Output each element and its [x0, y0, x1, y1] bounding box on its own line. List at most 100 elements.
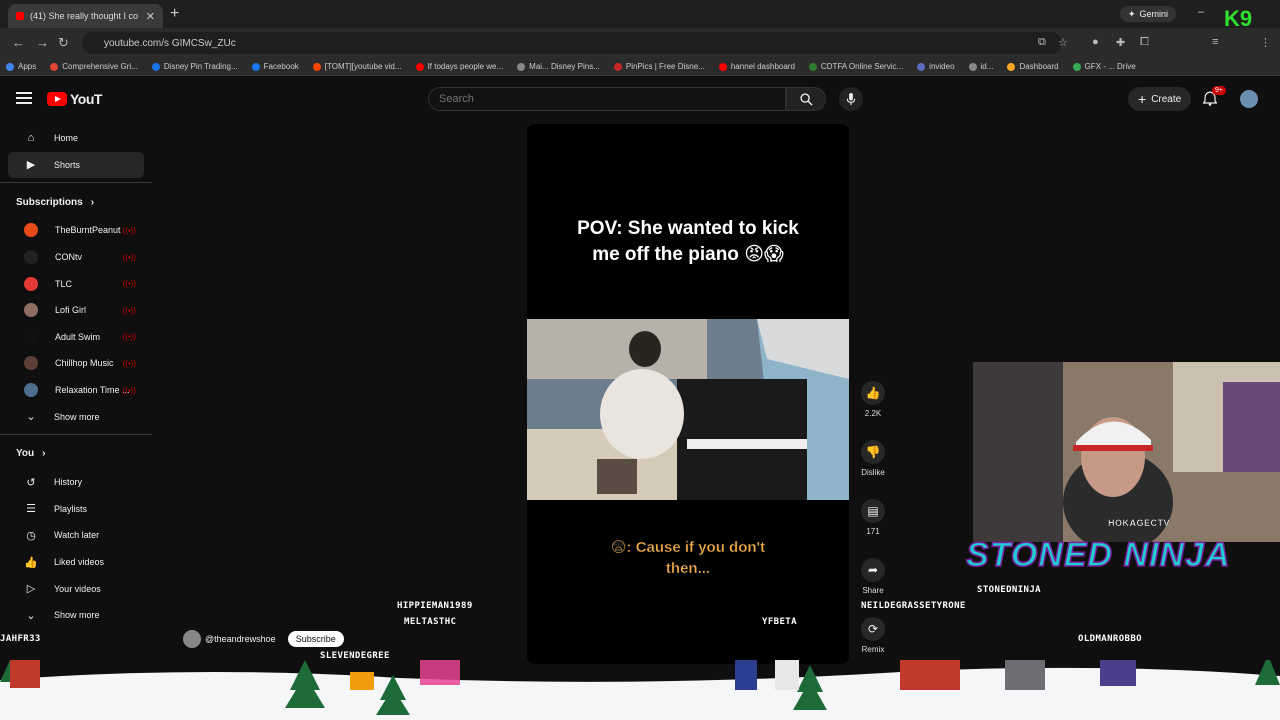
sidebar-divider: [0, 182, 152, 184]
show-more-subscriptions[interactable]: ⌄ Show more: [8, 403, 144, 430]
sidebar-item-label: CONtv: [55, 252, 82, 263]
extension-icon[interactable]: ●: [1092, 36, 1099, 48]
forward-icon[interactable]: →: [36, 35, 49, 50]
sidebar-item-liked-videos[interactable]: 👍 Liked videos: [8, 549, 144, 576]
comments-button[interactable]: ▤ 171: [859, 499, 887, 536]
short-channel-row: @theandrewshoe Subscribe: [183, 630, 344, 648]
sidebar-item-subscription[interactable]: TLC ((•)): [8, 270, 144, 297]
bookmark-label: Facebook: [263, 62, 299, 71]
close-tab-icon[interactable]: ✕: [146, 10, 155, 23]
live-indicator-icon: ((•)): [122, 358, 136, 368]
sidebar-item-subscription[interactable]: Adult Swim ((•)): [8, 324, 144, 351]
bookmark-item[interactable]: invideo: [917, 62, 955, 71]
extension-icon[interactable]: ✚: [1116, 36, 1125, 49]
sidebar-item-watch-later[interactable]: ◷ Watch later: [8, 522, 144, 549]
bookmark-star-icon[interactable]: ☆: [1058, 36, 1068, 49]
channel-name[interactable]: @theandrewshoe: [205, 634, 276, 644]
short-video-frame[interactable]: [527, 319, 849, 500]
voice-search-button[interactable]: [839, 87, 863, 111]
menu-dots-icon[interactable]: ⋮: [1260, 36, 1271, 49]
sidebar-item-playlists[interactable]: ☰ Playlists: [8, 496, 144, 523]
live-indicator-icon: ((•)): [122, 252, 136, 262]
sidebar-item-your-videos[interactable]: ▷ Your videos: [8, 575, 144, 602]
bookmark-label: Dashboard: [1019, 62, 1059, 71]
watch-later-icon: ◷: [26, 529, 36, 542]
back-icon[interactable]: ←: [12, 35, 25, 50]
chat-user-tag: NEILDEGRASSETYRONE: [861, 601, 966, 611]
channel-avatar[interactable]: [183, 630, 201, 648]
gemini-button[interactable]: ✦ Gemini: [1120, 6, 1177, 22]
sidebar-item-label: Shorts: [54, 159, 81, 170]
search-button[interactable]: [786, 87, 826, 111]
subscribe-button[interactable]: Subscribe: [287, 631, 344, 647]
bookmark-item[interactable]: GFX - ... Drive: [1072, 62, 1136, 71]
bookmark-item[interactable]: If todays people we...: [415, 62, 503, 71]
home-icon: ⌂: [27, 132, 35, 145]
like-button[interactable]: 👍 2.2K: [859, 381, 887, 418]
chat-user-tag: MELTASTHC: [404, 617, 457, 627]
live-indicator-icon: ((•)): [122, 225, 136, 235]
menu-icon[interactable]: [16, 92, 32, 104]
you-heading[interactable]: You ›: [0, 439, 152, 469]
minimize-icon[interactable]: –: [1198, 6, 1204, 18]
gemini-icon: ✦: [1128, 8, 1136, 19]
create-label: Create: [1151, 93, 1182, 105]
short-subtitle: 😨: Cause if you don't then...: [527, 537, 849, 579]
sidebar-item-subscription[interactable]: Chillhop Music ((•)): [8, 350, 144, 377]
bookmark-item[interactable]: Facebook: [251, 62, 299, 71]
bookmark-item[interactable]: Apps: [6, 62, 36, 71]
channel-avatar: [24, 223, 38, 238]
sidebar-item-subscription[interactable]: CONtv ((•)): [8, 244, 144, 271]
bookmark-item[interactable]: hannel dashboard: [718, 62, 795, 71]
search-icon: [799, 92, 813, 106]
bookmark-item[interactable]: id...: [968, 62, 993, 71]
sidebar-item-home[interactable]: ⌂ Home: [8, 125, 144, 152]
extensions-puzzle-icon[interactable]: ⧠: [1140, 36, 1149, 49]
sidebar-item-subscription[interactable]: Lofi Girl ((•)): [8, 297, 144, 324]
sidebar-item-label: Relaxation Time ...: [55, 385, 130, 396]
microphone-icon: [846, 92, 856, 105]
like-count: 2.2K: [864, 409, 882, 418]
account-avatar[interactable]: [1240, 90, 1258, 108]
share-icon: ➦: [867, 563, 879, 577]
bookmark-favicon-icon: [1072, 62, 1081, 71]
share-button[interactable]: ➦ Share: [859, 558, 887, 595]
dislike-button[interactable]: 👎 Dislike: [859, 440, 887, 477]
bookmark-item[interactable]: Dashboard: [1007, 62, 1059, 71]
youtube-header: YouT + Create 9+: [0, 77, 1280, 122]
install-icon[interactable]: ⧉: [1038, 36, 1046, 49]
browser-tab[interactable]: (41) She really thought I co ✕: [8, 4, 163, 28]
channel-avatar: [24, 329, 38, 344]
sidebar-item-subscription[interactable]: Relaxation Time ... ((•)): [8, 377, 144, 404]
bookmark-item[interactable]: Comprehensive Gri...: [50, 62, 138, 71]
bookmark-label: Comprehensive Gri...: [62, 62, 138, 71]
sidebar-item-subscription[interactable]: TheBurntPeanut ((•)): [8, 217, 144, 244]
bookmark-item[interactable]: [TOMT][youtube vid...: [312, 62, 402, 71]
short-player[interactable]: POV: She wanted to kick me off the piano…: [527, 124, 849, 664]
url-field[interactable]: youtube.com/s GIMCSw_ZUc: [82, 32, 1062, 54]
dislike-label: Dislike: [861, 468, 885, 477]
downloads-icon[interactable]: ≡: [1212, 36, 1218, 48]
bookmark-item[interactable]: CDTFA Online Servic...: [808, 62, 903, 71]
bookmark-favicon-icon: [415, 62, 424, 71]
remix-button[interactable]: ⟳ Remix: [859, 617, 887, 654]
bookmark-favicon-icon: [1007, 62, 1016, 71]
new-tab-button[interactable]: +: [170, 5, 179, 23]
notification-badge: 9+: [1212, 86, 1226, 95]
streamer-webcam-image: [973, 362, 1280, 542]
reload-icon[interactable]: ↻: [58, 35, 69, 51]
bookmark-item[interactable]: Disney Pin Trading...: [151, 62, 238, 71]
sidebar-item-shorts[interactable]: ▶ Shorts: [8, 151, 144, 179]
youtube-logo[interactable]: YouT: [47, 91, 102, 107]
liked-videos-icon: 👍: [24, 556, 38, 569]
bookmark-item[interactable]: Mai... Disney Pins...: [517, 62, 600, 71]
subscriptions-heading[interactable]: Subscriptions ›: [0, 187, 152, 217]
remix-label: Remix: [861, 645, 885, 654]
create-button[interactable]: + Create: [1128, 87, 1192, 111]
bookmark-favicon-icon: [151, 62, 160, 71]
show-more-you[interactable]: ⌄ Show more: [8, 602, 144, 629]
search-input[interactable]: [429, 88, 785, 110]
playlists-icon: ☰: [26, 503, 36, 516]
bookmark-item[interactable]: PinPics | Free Disne...: [613, 62, 705, 71]
sidebar-item-history[interactable]: ↺ History: [8, 469, 144, 496]
